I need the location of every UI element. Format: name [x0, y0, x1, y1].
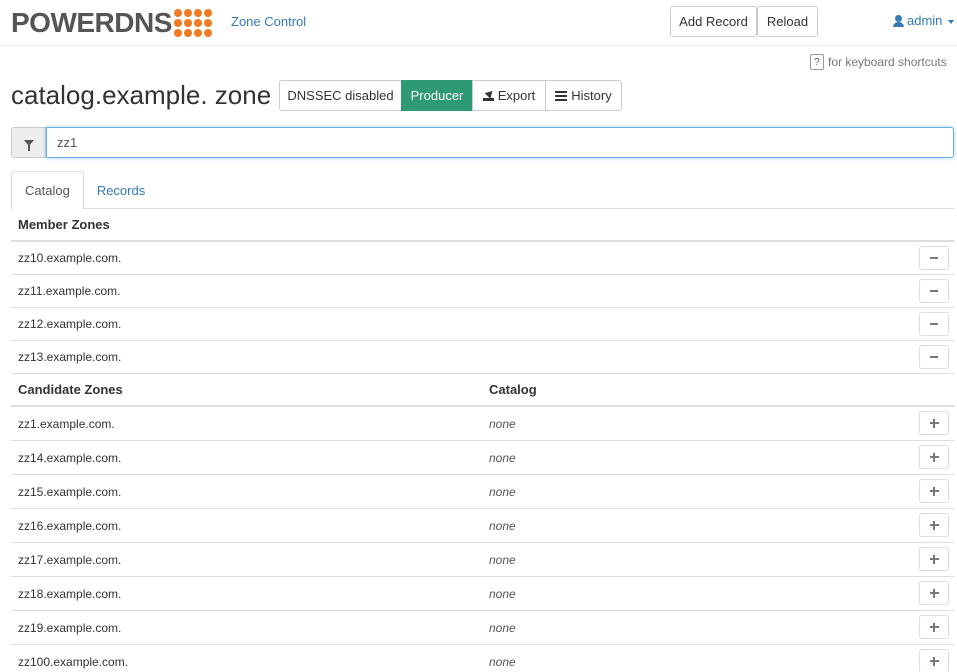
remove-member-button[interactable] [919, 279, 949, 303]
add-member-button[interactable] [919, 445, 949, 469]
list-icon [555, 90, 568, 101]
table-row: zz11.example.com. [11, 275, 954, 308]
candidate-zone-catalog: none [489, 552, 516, 567]
plus-icon [929, 656, 939, 666]
candidate-zone-catalog: none [489, 586, 516, 601]
dnssec-button[interactable]: DNSSEC disabled [279, 80, 402, 111]
filter-bar [11, 127, 954, 158]
zone-control-link[interactable]: Zone Control [231, 14, 306, 29]
keyboard-key[interactable]: ? [810, 54, 824, 70]
logo-dots-icon [173, 9, 212, 37]
add-member-button[interactable] [919, 615, 949, 639]
candidate-zone-name: zz15.example.com. [18, 484, 122, 499]
minus-icon [930, 257, 938, 259]
minus-icon [930, 356, 938, 358]
minus-icon [930, 290, 938, 292]
catalog-column-header: Catalog [489, 382, 537, 397]
table-row: zz18.example.com. none [11, 577, 954, 611]
table-row: zz10.example.com. [11, 242, 954, 275]
candidate-zone-name: zz1.example.com. [18, 416, 115, 431]
candidate-zones-header: Candidate Zones [18, 382, 123, 397]
user-name: admin [907, 13, 943, 28]
member-zone-name: zz13.example.com. [18, 350, 122, 364]
table-row: zz15.example.com. none [11, 475, 954, 509]
candidate-zone-catalog: none [489, 620, 516, 635]
user-icon [893, 14, 904, 27]
reload-button[interactable]: Reload [757, 6, 818, 37]
member-zones-header-row: Member Zones [11, 209, 954, 242]
candidate-zone-name: zz17.example.com. [18, 552, 122, 567]
candidate-zone-name: zz19.example.com. [18, 620, 122, 635]
table-row: zz1.example.com. none [11, 407, 954, 441]
candidate-zone-catalog: none [489, 450, 516, 465]
member-zone-name: zz10.example.com. [18, 251, 122, 265]
minus-icon [930, 323, 938, 325]
table-row: zz13.example.com. [11, 341, 954, 374]
add-member-button[interactable] [919, 581, 949, 605]
top-navbar: POWERDNS Zone Control Add Record Reload … [0, 0, 957, 46]
producer-button[interactable]: Producer [401, 80, 473, 111]
remove-member-button[interactable] [919, 345, 949, 369]
zone-tabs: Catalog Records [11, 171, 954, 210]
add-member-button[interactable] [919, 547, 949, 571]
candidate-zone-name: zz18.example.com. [18, 586, 122, 601]
add-member-button[interactable] [919, 649, 949, 672]
logo-text: POWERDNS [11, 7, 172, 38]
candidate-zone-name: zz16.example.com. [18, 518, 122, 533]
plus-icon [929, 520, 939, 530]
add-record-button[interactable]: Add Record [670, 6, 757, 37]
candidate-zone-catalog: none [489, 654, 516, 669]
remove-member-button[interactable] [919, 312, 949, 336]
table-row: zz100.example.com. none [11, 645, 954, 672]
plus-icon [929, 452, 939, 462]
filter-icon [23, 139, 34, 151]
history-button[interactable]: History [545, 80, 622, 111]
candidate-zones-header-row: Candidate Zones Catalog [11, 374, 954, 407]
powerdns-logo[interactable]: POWERDNS [11, 7, 212, 39]
candidate-zone-name: zz100.example.com. [18, 654, 129, 669]
caret-down-icon [948, 19, 955, 24]
plus-icon [929, 554, 939, 564]
export-button[interactable]: Export [472, 80, 546, 111]
candidate-zone-catalog: none [489, 484, 516, 499]
member-zones-header: Member Zones [18, 217, 110, 232]
member-zone-name: zz11.example.com. [18, 284, 121, 298]
user-menu[interactable]: admin [893, 13, 955, 28]
plus-icon [929, 486, 939, 496]
history-label: History [571, 88, 612, 103]
table-row: zz19.example.com. none [11, 611, 954, 645]
plus-icon [929, 418, 939, 428]
add-member-button[interactable] [919, 479, 949, 503]
zone-actions: DNSSEC disabled Producer Export History [279, 80, 622, 111]
candidate-zone-catalog: none [489, 416, 516, 431]
export-icon [482, 90, 494, 101]
keyboard-hint-text: for keyboard shortcuts [828, 55, 947, 69]
add-member-button[interactable] [919, 411, 949, 435]
candidate-zone-catalog: none [489, 518, 516, 533]
table-row: zz17.example.com. none [11, 543, 954, 577]
remove-member-button[interactable] [919, 246, 949, 270]
catalog-table: Member Zones zz10.example.com. zz11.exam… [11, 209, 954, 672]
keyboard-shortcuts-hint: ? for keyboard shortcuts [810, 54, 947, 70]
plus-icon [929, 588, 939, 598]
table-row: zz14.example.com. none [11, 441, 954, 475]
table-row: zz12.example.com. [11, 308, 954, 341]
export-label: Export [497, 88, 536, 103]
add-member-button[interactable] [919, 513, 949, 537]
filter-input[interactable] [46, 127, 954, 158]
tab-catalog[interactable]: Catalog [11, 171, 84, 210]
tab-records[interactable]: Records [84, 171, 158, 209]
member-zone-name: zz12.example.com. [18, 317, 122, 331]
candidate-zone-name: zz14.example.com. [18, 450, 122, 465]
filter-addon [11, 127, 46, 158]
plus-icon [929, 622, 939, 632]
page-title: catalog.example. zone [11, 80, 272, 110]
table-row: zz16.example.com. none [11, 509, 954, 543]
